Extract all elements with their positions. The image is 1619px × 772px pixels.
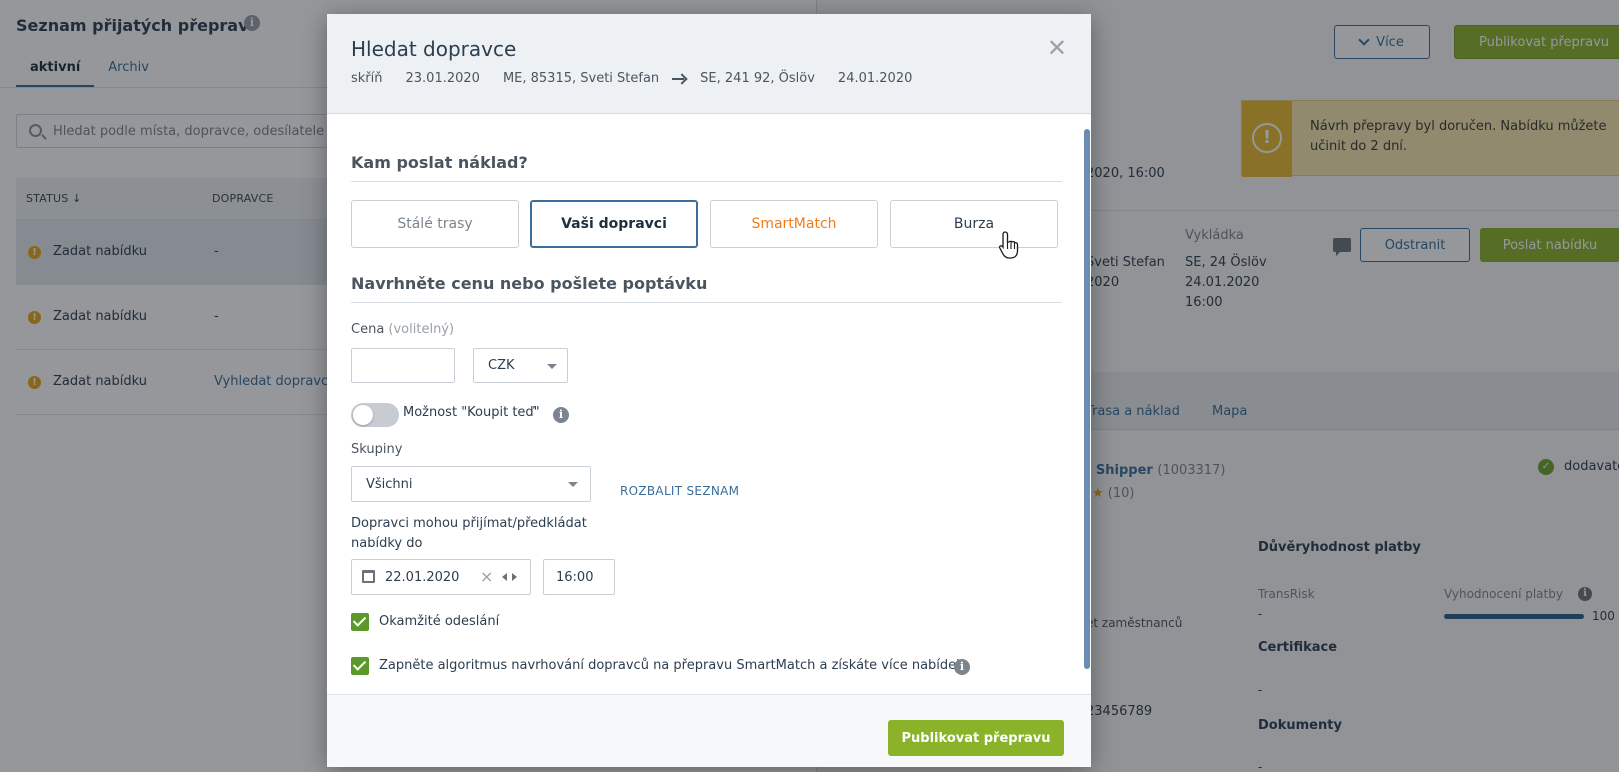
- price-input[interactable]: [351, 348, 455, 383]
- deadline-time-input[interactable]: 16:00: [543, 559, 615, 595]
- price-label: Cena (volitelný): [351, 322, 455, 337]
- arrow-right-icon: [672, 74, 686, 84]
- hand-cursor-icon: [998, 231, 1019, 259]
- caret-down-icon: [547, 364, 557, 369]
- deadline-date-input[interactable]: 22.01.2020 ×: [351, 559, 531, 595]
- smartmatch-label: Zapněte algoritmus navrhování dopravců n…: [379, 658, 968, 673]
- groups-select[interactable]: Všichni: [351, 466, 591, 502]
- next-day-icon[interactable]: [512, 573, 517, 581]
- dialog-title: Hledat dopravce: [351, 37, 517, 61]
- smartmatch-checkbox[interactable]: [351, 657, 369, 675]
- caret-down-icon: [568, 482, 578, 487]
- target-exchange[interactable]: Burza: [890, 200, 1058, 248]
- expand-list-link[interactable]: ROZBALIT SEZNAM: [620, 484, 739, 498]
- where-to-send-heading: Kam poslat náklad?: [351, 153, 528, 172]
- close-icon[interactable]: ✕: [1047, 36, 1067, 60]
- deadline-date-value: 22.01.2020: [385, 570, 460, 585]
- dialog-header: Hledat dopravce ✕ skříň 23.01.2020 ME, 8…: [327, 14, 1091, 114]
- currency-select[interactable]: CZK: [473, 348, 568, 383]
- load-date: 23.01.2020: [405, 71, 480, 86]
- deadline-label: Dopravci mohou přijímat/předkládat nabíd…: [351, 516, 587, 551]
- groups-label: Skupiny: [351, 442, 403, 457]
- dialog-footer: Publikovat přepravu: [327, 694, 1091, 767]
- groups-value: Všichni: [366, 477, 413, 492]
- target-your-carriers[interactable]: Vaši dopravci: [530, 200, 698, 248]
- deadline-time-value: 16:00: [556, 570, 594, 585]
- clear-icon[interactable]: ×: [480, 567, 493, 586]
- destination: SE, 241 92, Öslöv: [700, 71, 815, 86]
- vehicle-type: skříň: [351, 71, 383, 86]
- price-section-heading: Navrhněte cenu nebo pošlete poptávku: [351, 274, 708, 293]
- unload-date: 24.01.2020: [837, 71, 913, 86]
- route-summary: skříň 23.01.2020 ME, 85315, Sveti Stefan…: [351, 71, 935, 86]
- info-icon[interactable]: i: [954, 659, 970, 675]
- buy-now-toggle[interactable]: [351, 403, 399, 427]
- buy-now-label: Možnost "Koupit teď": [403, 405, 540, 420]
- instant-send-checkbox[interactable]: [351, 613, 369, 631]
- divider: [351, 302, 1062, 303]
- find-carrier-dialog: Hledat dopravce ✕ skříň 23.01.2020 ME, 8…: [327, 14, 1091, 767]
- info-icon[interactable]: i: [553, 407, 569, 423]
- prev-day-icon[interactable]: [502, 573, 507, 581]
- scrollbar[interactable]: [1084, 129, 1090, 669]
- divider: [351, 181, 1062, 182]
- instant-send-label: Okamžité odeslání: [379, 614, 500, 629]
- currency-value: CZK: [488, 358, 515, 373]
- target-smartmatch[interactable]: SmartMatch: [710, 200, 878, 248]
- target-fixed-routes[interactable]: Stálé trasy: [351, 200, 519, 248]
- origin: ME, 85315, Sveti Stefan: [502, 71, 660, 86]
- publish-shipment-button[interactable]: Publikovat přepravu: [888, 720, 1064, 756]
- calendar-icon[interactable]: [362, 570, 375, 583]
